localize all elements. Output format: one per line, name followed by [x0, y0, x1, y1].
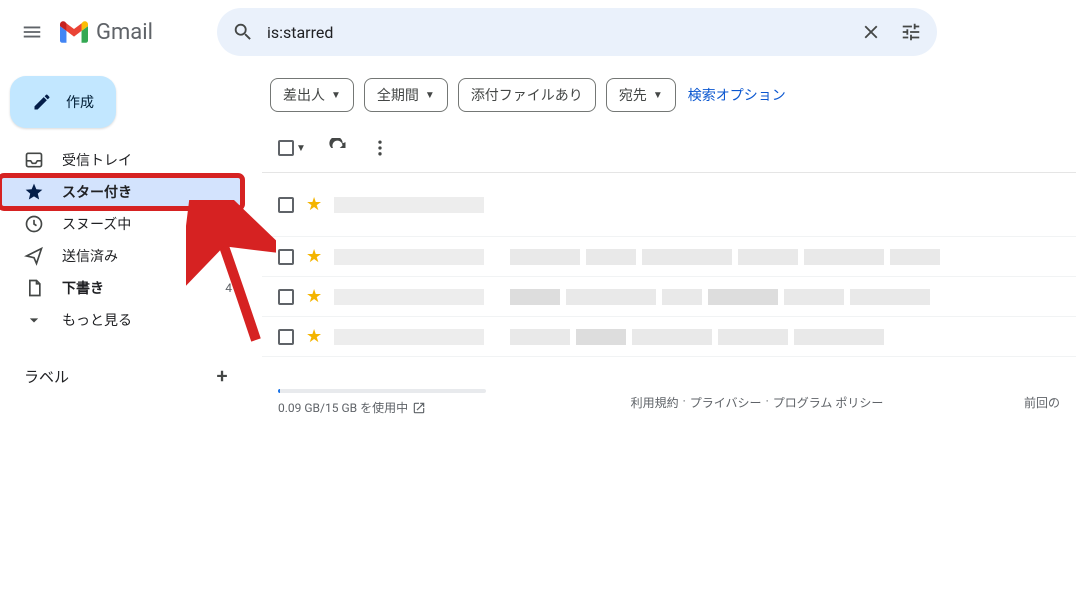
search-options-button[interactable] — [891, 12, 931, 52]
star-icon[interactable]: ★ — [306, 246, 322, 267]
sidebar-item-label: スヌーズ中 — [62, 214, 232, 234]
chip-label: 差出人 — [283, 85, 325, 105]
gmail-icon — [60, 21, 88, 43]
search-icon[interactable] — [223, 12, 263, 52]
body: 作成 受信トレイ スター付き スヌーズ中 送信済み 下書き 4 もっと見る — [0, 64, 1076, 605]
star-icon — [24, 182, 44, 202]
open-in-new-icon[interactable] — [412, 401, 426, 415]
last-activity-text: 前回の — [1024, 394, 1060, 411]
mail-toolbar: ▼ — [262, 124, 1076, 172]
search-input[interactable] — [263, 23, 851, 42]
storage-text: 0.09 GB/15 GB を使用中 — [278, 399, 408, 416]
chip-anytime[interactable]: 全期間 ▼ — [364, 78, 448, 112]
compose-button[interactable]: 作成 — [10, 76, 116, 128]
sidebar-item-label: 送信済み — [62, 246, 232, 266]
header: Gmail — [0, 0, 1076, 64]
mail-row[interactable]: ★ — [262, 237, 1076, 277]
sidebar-item-label: 下書き — [62, 278, 207, 298]
refresh-button[interactable] — [328, 138, 348, 158]
sidebar-item-more[interactable]: もっと見る — [0, 304, 244, 336]
terms-link[interactable]: 利用規約 — [631, 394, 679, 411]
chevron-down-icon: ▼ — [296, 143, 306, 154]
chevron-down-icon: ▼ — [653, 90, 663, 101]
redacted-content — [334, 249, 1060, 265]
draft-icon — [24, 278, 44, 298]
privacy-link[interactable]: プライバシー — [690, 394, 762, 411]
row-checkbox[interactable] — [278, 197, 294, 213]
mail-row[interactable]: ★ — [262, 317, 1076, 357]
add-label-button[interactable]: + — [208, 362, 236, 390]
sidebar-item-drafts[interactable]: 下書き 4 — [0, 272, 244, 304]
row-checkbox[interactable] — [278, 329, 294, 345]
send-icon — [24, 246, 44, 266]
inbox-icon — [24, 150, 44, 170]
redacted-content — [334, 289, 1060, 305]
storage-bar — [278, 389, 486, 393]
compose-label: 作成 — [66, 92, 94, 112]
redacted-content — [334, 329, 1060, 345]
select-all-checkbox[interactable]: ▼ — [278, 140, 306, 156]
sidebar: 作成 受信トレイ スター付き スヌーズ中 送信済み 下書き 4 もっと見る — [0, 64, 256, 605]
star-icon[interactable]: ★ — [306, 326, 322, 347]
sidebar-item-label: スター付き — [62, 182, 230, 202]
mail-row[interactable]: ★ — [262, 277, 1076, 317]
hamburger-icon — [21, 21, 43, 43]
sidebar-item-snoozed[interactable]: スヌーズ中 — [0, 208, 244, 240]
chip-label: 全期間 — [377, 85, 419, 105]
mail-row[interactable]: ★ — [262, 173, 1076, 237]
more-actions-button[interactable] — [370, 138, 390, 158]
filter-chips-row: 差出人 ▼ 全期間 ▼ 添付ファイルあり 宛先 ▼ 検索オプション — [262, 70, 1076, 124]
advanced-search-link[interactable]: 検索オプション — [688, 85, 786, 105]
main-panel: 差出人 ▼ 全期間 ▼ 添付ファイルあり 宛先 ▼ 検索オプション ▼ ★ — [256, 64, 1076, 605]
sidebar-item-sent[interactable]: 送信済み — [0, 240, 244, 272]
mail-list: ★ ★ — [262, 172, 1076, 357]
clock-icon — [24, 214, 44, 234]
sidebar-item-label: もっと見る — [62, 310, 232, 330]
chevron-down-icon — [24, 310, 44, 330]
star-icon[interactable]: ★ — [306, 286, 322, 307]
row-checkbox[interactable] — [278, 249, 294, 265]
footer: 0.09 GB/15 GB を使用中 利用規約 · プライバシー · プログラム… — [262, 377, 1076, 428]
policy-link[interactable]: プログラム ポリシー — [773, 394, 884, 411]
product-name: Gmail — [96, 20, 153, 45]
chip-to[interactable]: 宛先 ▼ — [606, 78, 676, 112]
sidebar-item-inbox[interactable]: 受信トレイ — [0, 144, 244, 176]
chevron-down-icon: ▼ — [425, 90, 435, 101]
sidebar-item-count: 4 — [225, 281, 232, 295]
search-container — [217, 8, 937, 56]
chevron-down-icon: ▼ — [331, 90, 341, 101]
main-menu-button[interactable] — [8, 8, 56, 56]
sidebar-item-starred[interactable]: スター付き — [0, 176, 242, 208]
gmail-logo[interactable]: Gmail — [60, 20, 153, 45]
row-checkbox[interactable] — [278, 289, 294, 305]
star-icon[interactable]: ★ — [306, 194, 322, 215]
labels-heading: ラベル + — [0, 358, 256, 394]
sidebar-item-label: 受信トレイ — [62, 150, 232, 170]
pencil-icon — [32, 92, 52, 112]
search-bar[interactable] — [217, 8, 937, 56]
chip-has-attachment[interactable]: 添付ファイルあり — [458, 78, 596, 112]
chip-from[interactable]: 差出人 ▼ — [270, 78, 354, 112]
chip-label: 添付ファイルあり — [471, 85, 583, 105]
redacted-content — [334, 197, 1060, 213]
footer-links: 利用規約 · プライバシー · プログラム ポリシー — [631, 394, 884, 411]
chip-label: 宛先 — [619, 85, 647, 105]
clear-search-button[interactable] — [851, 12, 891, 52]
labels-heading-text: ラベル — [24, 366, 69, 387]
